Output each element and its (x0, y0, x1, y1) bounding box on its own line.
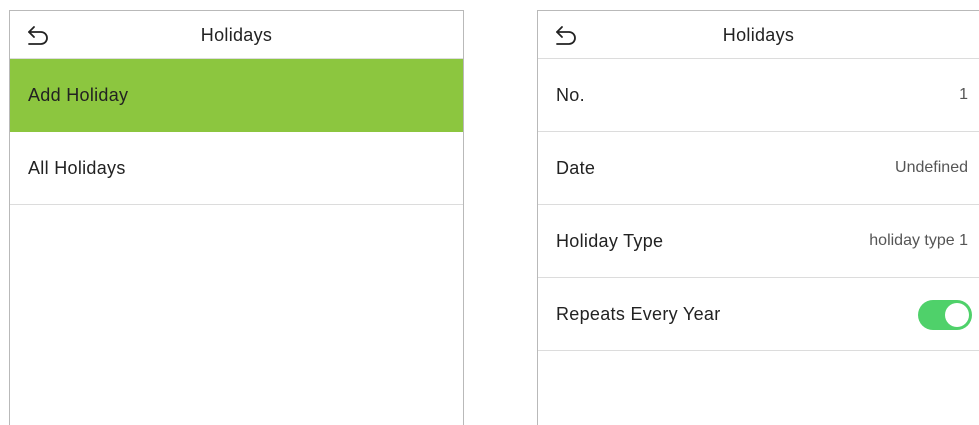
repeats-every-year-toggle[interactable] (918, 300, 972, 330)
menu-item-all-holidays[interactable]: All Holidays (10, 132, 463, 205)
menu-item-label: Add Holiday (28, 85, 129, 105)
toggle-knob (945, 303, 969, 327)
field-value: Undefined (895, 159, 968, 176)
title-bar: Holidays (538, 11, 979, 59)
field-label: Holiday Type (556, 231, 664, 251)
page-title: Holidays (200, 25, 273, 45)
field-row-date[interactable]: Date Undefined (538, 132, 979, 205)
holidays-menu-screen: Holidays Add Holiday All Holidays (9, 10, 464, 425)
field-row-repeats-every-year: Repeats Every Year (538, 278, 979, 351)
field-row-holiday-type[interactable]: Holiday Type holiday type 1 (538, 205, 979, 278)
menu-item-add-holiday[interactable]: Add Holiday (10, 59, 463, 132)
menu-item-label: All Holidays (28, 158, 126, 178)
add-holiday-screen: Holidays No. 1 Date Undefined Holiday Ty… (537, 10, 979, 425)
field-label: Repeats Every Year (556, 304, 721, 324)
title-bar: Holidays (10, 11, 463, 59)
field-row-no[interactable]: No. 1 (538, 59, 979, 132)
field-value: 1 (959, 86, 968, 103)
field-label: Date (556, 158, 596, 178)
field-value: holiday type 1 (869, 232, 968, 249)
page-title: Holidays (722, 25, 795, 45)
field-label: No. (556, 85, 585, 105)
